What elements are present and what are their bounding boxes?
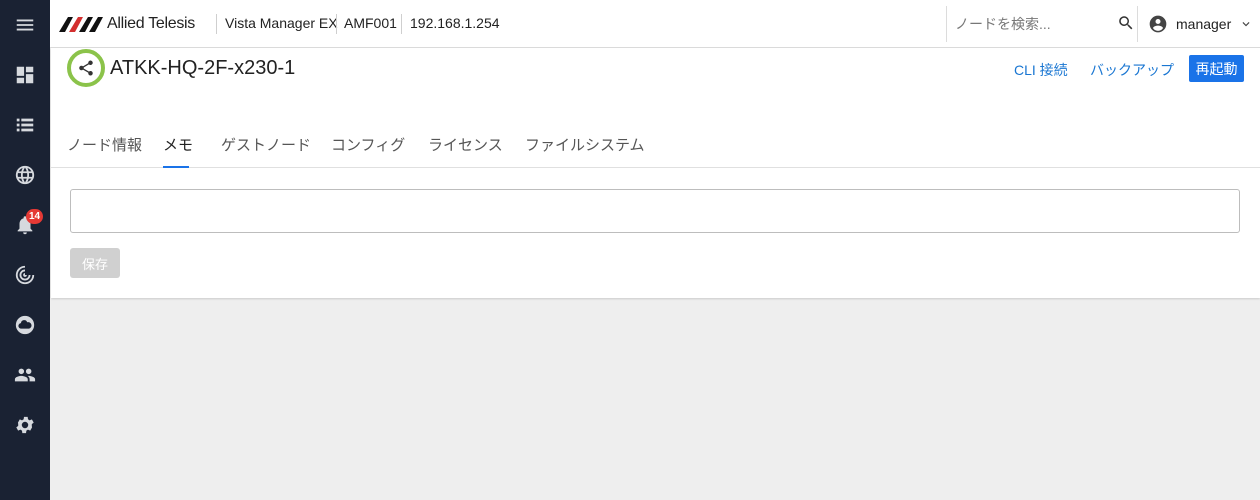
globe-icon[interactable]	[0, 150, 50, 200]
side-nav: 14	[0, 0, 50, 500]
search-input[interactable]	[955, 12, 1115, 36]
user-menu[interactable]: manager	[1148, 13, 1253, 35]
gear-icon[interactable]	[0, 400, 50, 450]
cli-connect-button[interactable]: CLI 接続	[1014, 60, 1068, 80]
username: manager	[1176, 16, 1232, 32]
tab-bar: ノード情報 メモ ゲストノード コンフィグ ライセンス ファイルシステム	[51, 128, 1260, 168]
save-button[interactable]: 保存	[70, 248, 120, 278]
brand-logo: Allied Telesis	[59, 13, 195, 35]
tab-memo[interactable]: メモ	[163, 134, 193, 167]
backup-button[interactable]: バックアップ	[1090, 60, 1174, 80]
top-bar: Allied Telesis Vista Manager EX AMF001 1…	[50, 0, 1260, 48]
active-tab-indicator	[163, 166, 189, 168]
ip-address: 192.168.1.254	[410, 15, 500, 31]
chevron-down-icon	[1242, 22, 1250, 27]
divider	[336, 14, 337, 34]
divider	[401, 14, 402, 34]
list-icon[interactable]	[0, 100, 50, 150]
dashboard-icon[interactable]	[0, 50, 50, 100]
brand-name: Allied Telesis	[107, 15, 195, 32]
tab-config[interactable]: コンフィグ	[331, 134, 405, 167]
cloud-icon[interactable]	[0, 300, 50, 350]
bell-icon[interactable]: 14	[0, 200, 50, 250]
node-status-ring	[67, 49, 105, 87]
reboot-button[interactable]: 再起動	[1189, 55, 1244, 82]
users-icon[interactable]	[0, 350, 50, 400]
radar-icon[interactable]	[0, 250, 50, 300]
divider	[216, 14, 217, 34]
tab-guest-node[interactable]: ゲストノード	[221, 134, 311, 167]
menu-icon[interactable]	[0, 0, 50, 50]
memo-textarea[interactable]	[70, 189, 1240, 233]
tab-node-info[interactable]: ノード情報	[67, 134, 142, 167]
allied-telesis-logo-icon	[59, 17, 103, 32]
node-search	[946, 6, 1138, 42]
tab-license[interactable]: ライセンス	[428, 134, 503, 167]
node-detail-card: ATKK-HQ-2F-x230-1 CLI 接続 バックアップ 再起動 ノード情…	[51, 48, 1260, 298]
area-name: AMF001	[344, 15, 397, 31]
page-title: ATKK-HQ-2F-x230-1	[110, 57, 296, 79]
product-name: Vista Manager EX	[225, 15, 338, 31]
notification-badge: 14	[26, 209, 44, 224]
tab-file-system[interactable]: ファイルシステム	[525, 134, 645, 167]
search-icon[interactable]	[1117, 14, 1135, 32]
account-circle-icon	[1149, 15, 1167, 33]
share-icon	[79, 60, 93, 76]
